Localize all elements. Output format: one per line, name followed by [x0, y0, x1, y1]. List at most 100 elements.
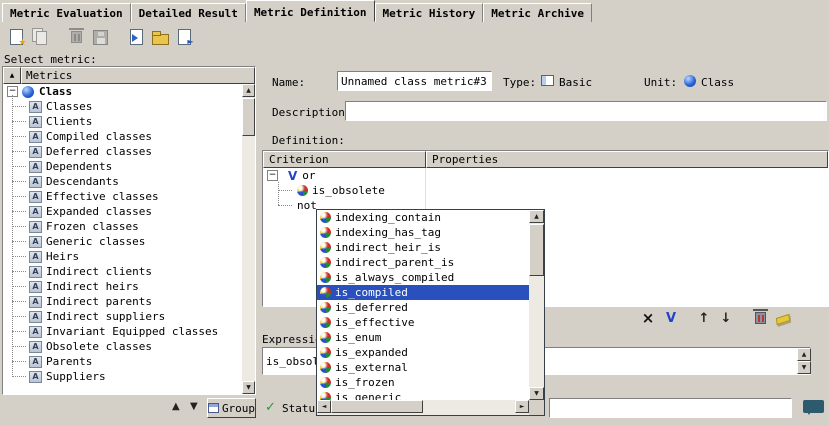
delete-criterion-button[interactable] — [750, 309, 770, 327]
dropdown-item[interactable]: is_always_compiled — [317, 270, 529, 285]
scroll-down-icon[interactable]: ▼ — [529, 387, 544, 400]
tree-item-metric[interactable]: A Frozen classes — [3, 219, 242, 234]
sort-ascending-icon[interactable]: ▲ — [3, 67, 21, 84]
move-metric-up-icon[interactable]: ▲ — [172, 402, 180, 412]
dropdown-item[interactable]: indexing_has_tag — [317, 225, 529, 240]
dropdown-item[interactable]: indirect_parent_is — [317, 255, 529, 270]
criterion-ball-icon — [320, 227, 331, 238]
dropdown-item[interactable]: is_frozen — [317, 375, 529, 390]
tree-item-metric[interactable]: A Indirect heirs — [3, 279, 242, 294]
scrollbar-thumb[interactable] — [242, 98, 255, 136]
remove-metric-button[interactable] — [64, 25, 88, 49]
expression-scroll-down-icon[interactable]: ▼ — [797, 361, 811, 374]
tree-item-metric[interactable]: A Invariant Equipped classes — [3, 324, 242, 339]
tab-label: Metric History — [383, 7, 476, 20]
collapse-icon[interactable]: − — [267, 170, 278, 181]
open-metric-file-button[interactable] — [148, 25, 172, 49]
tree-item-metric[interactable]: A Compiled classes — [3, 129, 242, 144]
dropdown-item[interactable]: indexing_contain — [317, 210, 529, 225]
eraser-icon — [776, 313, 790, 324]
dropdown-item[interactable]: is_effective — [317, 315, 529, 330]
tree-root-class[interactable]: − Class — [3, 84, 242, 99]
tree-item-metric[interactable]: A Dependents — [3, 159, 242, 174]
metric-icon: A — [29, 251, 42, 263]
criterion-row-or[interactable]: − V or — [263, 168, 828, 183]
metric-icon: A — [29, 146, 42, 158]
group-button[interactable]: Group — [207, 398, 256, 418]
dropdown-item[interactable]: indirect_heir_is — [317, 240, 529, 255]
move-metric-down-icon[interactable]: ▼ — [190, 402, 198, 412]
new-metric-button[interactable]: ★ — [4, 25, 28, 49]
tree-item-metric[interactable]: A Suppliers — [3, 369, 242, 384]
export-metrics-button[interactable]: ► — [172, 25, 196, 49]
tree-item-metric[interactable]: A Expanded classes — [3, 204, 242, 219]
tree-item-metric[interactable]: A Indirect clients — [3, 264, 242, 279]
tab[interactable]: Metric Evaluation — [2, 3, 131, 22]
tree-item-metric[interactable]: A Deferred classes — [3, 144, 242, 159]
criterion-column-header[interactable]: Criterion — [263, 151, 426, 168]
criterion-ball-icon — [320, 347, 331, 358]
metrics-column-header[interactable]: Metrics — [21, 67, 255, 84]
dropdown-item[interactable]: is_external — [317, 360, 529, 375]
dropdown-item[interactable]: is_compiled — [317, 285, 529, 300]
reload-metrics-button[interactable] — [124, 25, 148, 49]
scroll-down-icon[interactable]: ▼ — [242, 381, 255, 394]
tree-item-metric[interactable]: A Indirect suppliers — [3, 309, 242, 324]
scroll-left-icon[interactable]: ◄ — [317, 400, 331, 413]
metric-icon: A — [29, 296, 42, 308]
or-criterion-button[interactable]: V — [661, 309, 681, 327]
tab[interactable]: Metric Archive — [483, 3, 592, 22]
metric-icon: A — [29, 161, 42, 173]
tree-item-metric[interactable]: A Descendants — [3, 174, 242, 189]
dropdown-item[interactable]: is_deferred — [317, 300, 529, 315]
tree-item-metric[interactable]: A Generic classes — [3, 234, 242, 249]
dropdown-item-label: is_always_compiled — [335, 270, 454, 285]
tree-item-label: Indirect heirs — [46, 279, 139, 294]
scrollbar-thumb[interactable] — [331, 400, 423, 413]
tree-item-label: Heirs — [46, 249, 79, 264]
tree-item-metric[interactable]: A Clients — [3, 114, 242, 129]
dropdown-item[interactable]: is_generic — [317, 390, 529, 400]
tree-vertical-scrollbar[interactable]: ▲ ▼ — [242, 84, 255, 394]
dropdown-item[interactable]: is_enum — [317, 330, 529, 345]
expression-scroll-up-icon[interactable]: ▲ — [797, 348, 811, 361]
scroll-right-icon[interactable]: ► — [515, 400, 529, 413]
tree-item-metric[interactable]: A Indirect parents — [3, 294, 242, 309]
tab[interactable]: Metric History — [375, 3, 484, 22]
tab[interactable]: Metric Definition — [246, 0, 375, 22]
scroll-up-icon[interactable]: ▲ — [242, 84, 255, 97]
tree-item-metric[interactable]: A Heirs — [3, 249, 242, 264]
dropdown-item-label: is_generic — [335, 390, 401, 400]
tree-item-metric[interactable]: A Obsolete classes — [3, 339, 242, 354]
properties-column-header[interactable]: Properties — [426, 151, 828, 168]
name-label: Name: — [272, 75, 305, 90]
comment-bubble-icon[interactable] — [803, 400, 824, 413]
dropdown-horizontal-scrollbar[interactable]: ◄ ► — [317, 400, 529, 415]
description-input[interactable] — [345, 101, 827, 121]
unit-label: Unit: — [644, 75, 677, 90]
tab-label: Detailed Result — [139, 7, 238, 20]
tree-item-metric[interactable]: A Effective classes — [3, 189, 242, 204]
name-input[interactable] — [337, 71, 492, 91]
criterion-label: or — [302, 168, 315, 183]
metric-icon: A — [29, 131, 42, 143]
unit-value: Class — [701, 75, 734, 90]
tab[interactable]: Detailed Result — [131, 3, 246, 22]
remove-criterion-button[interactable]: × — [638, 309, 658, 327]
erase-criterion-button[interactable] — [773, 310, 793, 328]
move-criterion-up-button[interactable]: ↑ — [694, 309, 714, 327]
save-metric-button[interactable] — [88, 25, 112, 49]
criterion-row-is-obsolete[interactable]: is_obsolete — [263, 183, 828, 198]
dropdown-vertical-scrollbar[interactable]: ▲ ▼ — [529, 210, 544, 400]
duplicate-metric-button[interactable] — [28, 25, 52, 49]
tree-item-metric[interactable]: A Parents — [3, 354, 242, 369]
dropdown-item[interactable]: is_expanded — [317, 345, 529, 360]
scrollbar-thumb[interactable] — [529, 224, 544, 276]
scroll-up-icon[interactable]: ▲ — [529, 210, 544, 223]
tree-item-label: Dependents — [46, 159, 112, 174]
status-value-field[interactable] — [549, 398, 792, 418]
metric-icon: A — [29, 326, 42, 338]
tree-item-label: Invariant Equipped classes — [46, 324, 218, 339]
tree-item-metric[interactable]: A Classes — [3, 99, 242, 114]
move-criterion-down-button[interactable]: ↓ — [716, 309, 736, 327]
